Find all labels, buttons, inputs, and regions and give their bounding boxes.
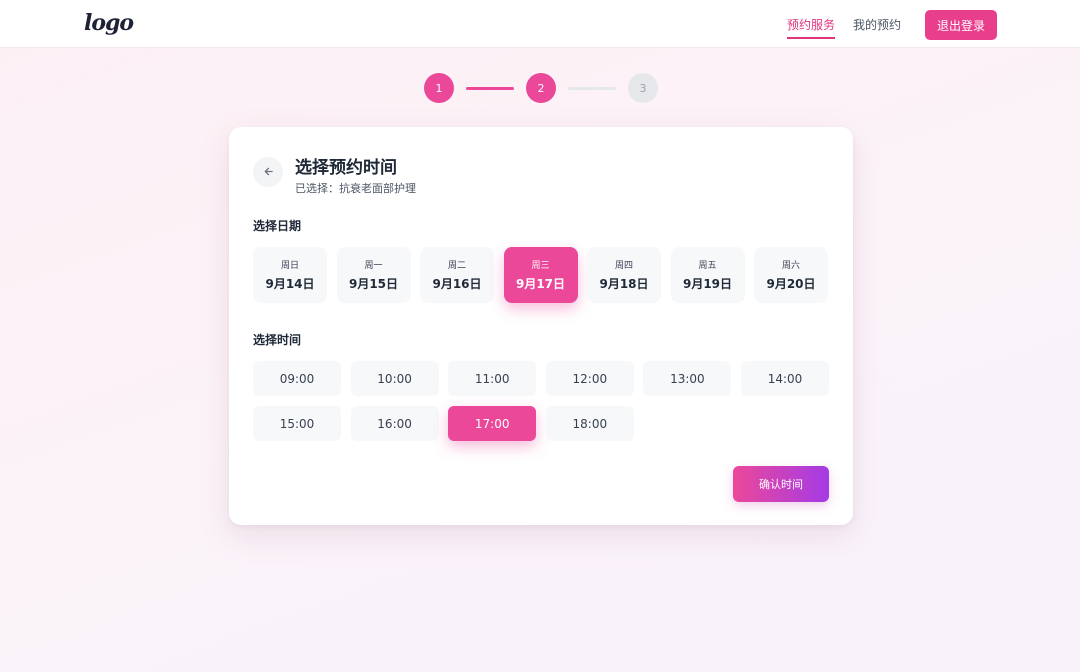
date-weekday: 周二 <box>447 261 466 271</box>
arrow-left-icon <box>263 165 274 180</box>
date-day: 9月19日 <box>682 277 733 291</box>
selected-service-text: 已选择：抗衰老面部护理 <box>295 182 416 195</box>
date-day: 9月20日 <box>766 277 816 291</box>
date-day: 9月16日 <box>432 277 482 291</box>
time-slot[interactable]: 16:00 <box>350 406 439 441</box>
time-slot[interactable]: 09:00 <box>253 361 341 396</box>
time-slot[interactable]: 17:00 <box>448 406 537 441</box>
step-connector-2 <box>568 87 616 90</box>
date-option[interactable]: 周四 9月18日 <box>587 247 661 303</box>
back-button[interactable] <box>253 157 283 187</box>
time-slot[interactable]: 14:00 <box>741 361 829 396</box>
step-3-indicator: 3 <box>628 73 658 103</box>
date-weekday: 周五 <box>698 261 717 271</box>
date-option[interactable]: 周一 9月15日 <box>336 247 411 303</box>
step-1-indicator: 1 <box>424 73 454 103</box>
nav-my-bookings-link[interactable]: 我的预约 <box>853 16 901 33</box>
time-slot[interactable]: 13:00 <box>643 361 732 396</box>
time-slot[interactable]: 11:00 <box>448 361 537 396</box>
date-day: 9月14日 <box>265 277 315 291</box>
time-slot[interactable]: 12:00 <box>545 361 634 396</box>
logo[interactable]: logo <box>84 10 134 36</box>
step-connector-1 <box>466 87 514 90</box>
date-weekday: 周日 <box>280 261 299 271</box>
date-option[interactable]: 周三 9月17日 <box>503 247 578 303</box>
date-option[interactable]: 周日 9月14日 <box>253 247 327 303</box>
top-navbar: logo 预约服务 我的预约 退出登录 <box>0 0 1080 48</box>
date-weekday: 周三 <box>531 261 550 271</box>
date-option[interactable]: 周六 9月20日 <box>754 247 828 303</box>
time-slot[interactable]: 18:00 <box>545 406 634 441</box>
nav-services-link[interactable]: 预约服务 <box>787 16 836 39</box>
date-option[interactable]: 周二 9月16日 <box>420 247 494 303</box>
date-option[interactable]: 周五 9月19日 <box>670 247 745 303</box>
step-2-indicator: 2 <box>526 73 556 103</box>
time-slot[interactable]: 15:00 <box>253 406 341 441</box>
date-weekday: 周四 <box>614 261 633 271</box>
date-section-label: 选择日期 <box>253 219 302 233</box>
date-day: 9月15日 <box>348 277 399 291</box>
date-day: 9月18日 <box>599 277 649 291</box>
logout-button[interactable]: 退出登录 <box>925 10 997 40</box>
date-weekday: 周六 <box>781 261 800 271</box>
confirm-time-button[interactable]: 确认时间 <box>733 466 829 502</box>
time-slot[interactable]: 10:00 <box>350 361 439 396</box>
date-weekday: 周一 <box>364 261 383 271</box>
page-title: 选择预约时间 <box>295 158 397 178</box>
booking-time-card: 选择预约时间 已选择：抗衰老面部护理 选择日期 选择时间 确认时间 周日 9月14… <box>229 127 853 525</box>
date-day: 9月17日 <box>515 277 566 291</box>
time-section-label: 选择时间 <box>253 333 302 347</box>
